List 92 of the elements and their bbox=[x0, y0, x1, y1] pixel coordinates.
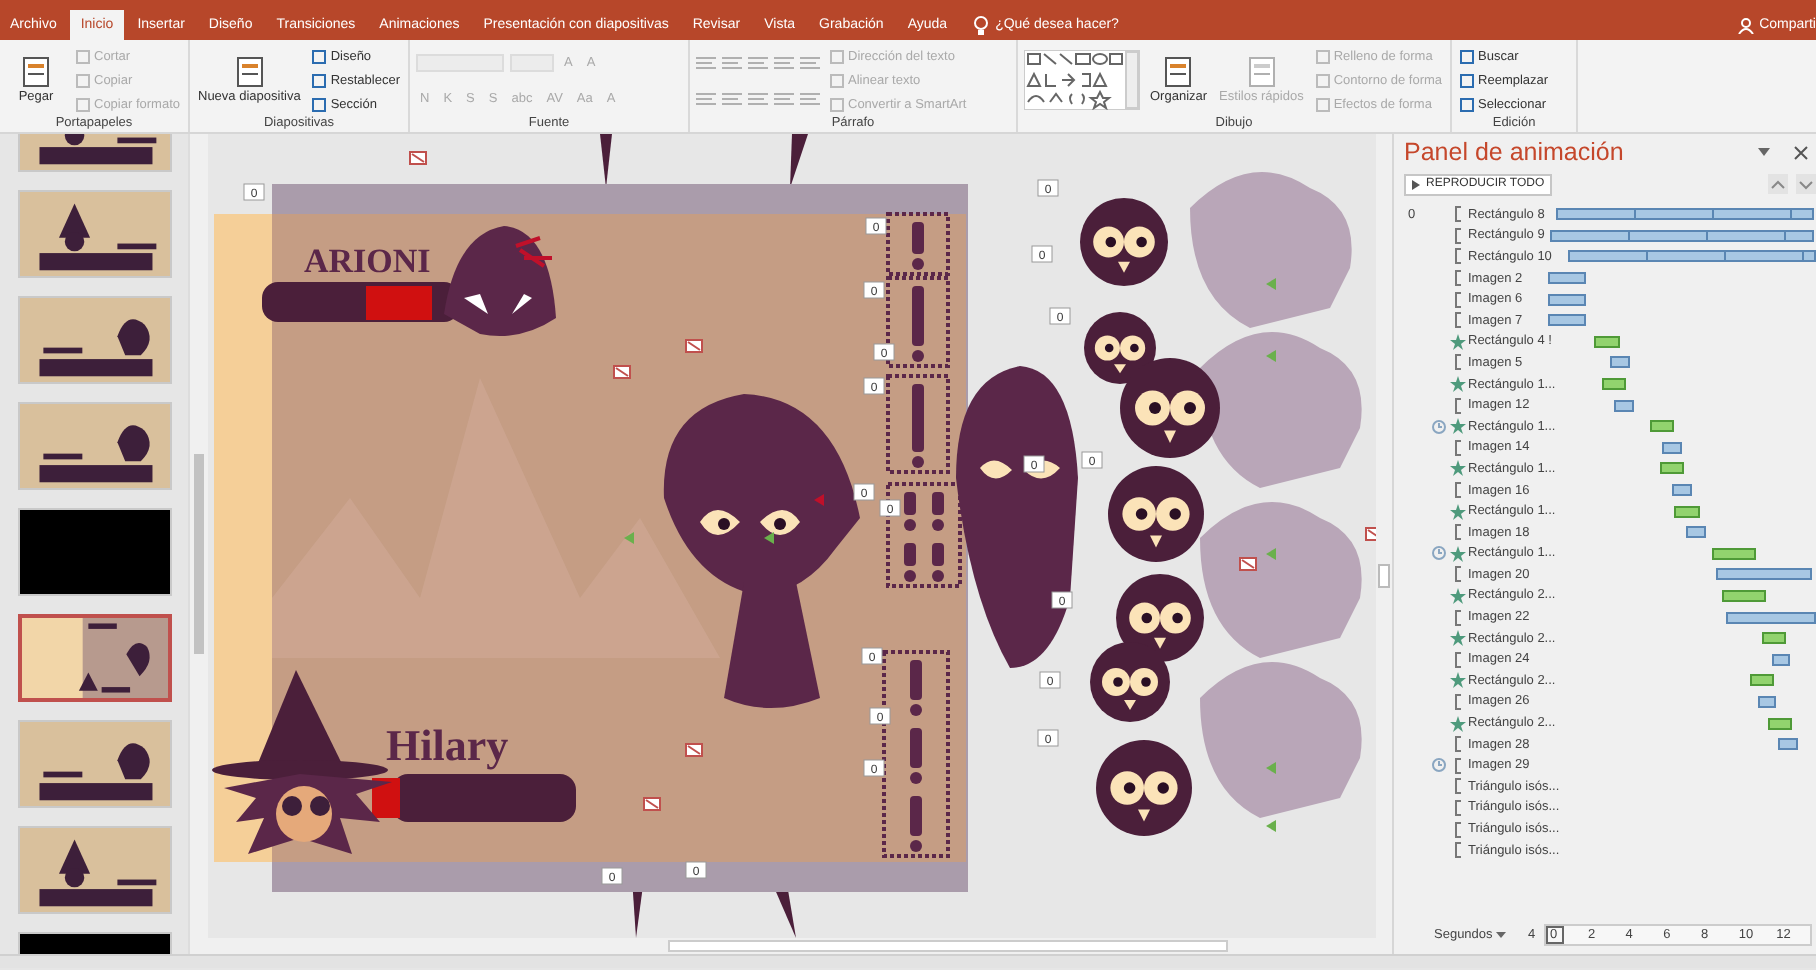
path-marker-icon bbox=[1266, 762, 1276, 774]
timing-bar[interactable] bbox=[1758, 695, 1776, 708]
person-icon bbox=[1737, 17, 1754, 33]
timing-bar[interactable] bbox=[1778, 738, 1798, 751]
square-icon bbox=[830, 97, 844, 111]
owl-drawing bbox=[1108, 466, 1204, 562]
document-icon bbox=[1247, 56, 1276, 88]
document-icon bbox=[22, 56, 50, 88]
timing-bar[interactable] bbox=[1721, 589, 1766, 602]
timing-bar[interactable] bbox=[1749, 674, 1774, 687]
square-icon bbox=[1315, 73, 1330, 87]
character-name: Hilary bbox=[386, 720, 509, 770]
document-icon bbox=[235, 56, 264, 88]
square-icon bbox=[1460, 73, 1475, 87]
slide-thumbnail[interactable] bbox=[18, 402, 173, 490]
owl-drawing bbox=[1096, 740, 1192, 836]
square-icon bbox=[830, 73, 844, 87]
close-icon bbox=[1794, 145, 1808, 159]
square-icon bbox=[1315, 49, 1330, 63]
path-marker-icon bbox=[1266, 548, 1276, 560]
owl-drawing bbox=[1120, 358, 1220, 458]
pane-title: Panel de animación bbox=[1404, 138, 1626, 166]
timing-bar[interactable] bbox=[1673, 505, 1700, 518]
shape-gallery[interactable] bbox=[1024, 50, 1140, 110]
timing-bar[interactable] bbox=[1593, 335, 1620, 348]
path-marker-icon bbox=[1266, 350, 1276, 362]
timing-bar[interactable] bbox=[1649, 420, 1674, 433]
square-icon bbox=[312, 73, 327, 87]
timing-bar[interactable] bbox=[1726, 611, 1816, 624]
slide-thumbnail[interactable] bbox=[18, 826, 173, 914]
square-icon bbox=[1315, 97, 1330, 111]
effect-marker-icon bbox=[613, 365, 631, 379]
spike-shape bbox=[790, 134, 808, 188]
effect-marker-icon bbox=[685, 339, 703, 353]
path-marker-icon bbox=[1266, 820, 1276, 832]
dropdown-caret-icon bbox=[1758, 148, 1770, 156]
square-icon bbox=[1460, 97, 1475, 111]
square-icon bbox=[76, 97, 90, 111]
timing-bar[interactable] bbox=[1659, 462, 1684, 475]
timing-bar[interactable] bbox=[1767, 717, 1792, 730]
timing-bar[interactable] bbox=[1548, 293, 1586, 306]
effect-marker-icon bbox=[1365, 527, 1376, 541]
timing-bar[interactable] bbox=[1556, 208, 1814, 221]
path-marker-icon bbox=[1266, 278, 1276, 290]
document-icon bbox=[1164, 56, 1193, 88]
timing-bar[interactable] bbox=[1601, 378, 1626, 391]
timing-bar[interactable] bbox=[1686, 526, 1706, 539]
spike-shape bbox=[600, 134, 612, 188]
square-icon bbox=[830, 49, 844, 63]
timing-bar[interactable] bbox=[1548, 272, 1586, 285]
square-icon bbox=[312, 49, 327, 63]
reorder-button[interactable] bbox=[1768, 174, 1788, 194]
effect-marker-icon bbox=[1239, 557, 1257, 571]
path-marker-icon bbox=[764, 532, 774, 544]
effect-marker-icon bbox=[685, 743, 703, 757]
slide-thumbnail[interactable] bbox=[18, 720, 173, 808]
timing-bar[interactable] bbox=[1550, 229, 1814, 242]
timing-bar[interactable] bbox=[1672, 484, 1692, 497]
square-icon bbox=[76, 49, 90, 63]
timing-bar[interactable] bbox=[1662, 441, 1682, 454]
scrollbar[interactable] bbox=[188, 134, 208, 954]
timing-bar[interactable] bbox=[1761, 632, 1786, 645]
timing-bar[interactable] bbox=[1610, 356, 1630, 369]
hooded-character-drawing bbox=[444, 226, 556, 336]
exclamation-box bbox=[886, 482, 962, 588]
exclamation-box bbox=[886, 374, 950, 474]
reorder-button[interactable] bbox=[1796, 174, 1816, 194]
square-icon bbox=[312, 97, 327, 111]
slide-thumbnail[interactable] bbox=[18, 190, 173, 278]
effect-marker-icon bbox=[643, 797, 661, 811]
timing-bar[interactable] bbox=[1614, 399, 1634, 412]
timing-bar[interactable] bbox=[1716, 568, 1812, 581]
slide-thumbnail[interactable] bbox=[18, 508, 173, 596]
slide-thumbnail[interactable] bbox=[18, 296, 173, 384]
lightbulb-icon bbox=[973, 15, 988, 35]
square-icon bbox=[1460, 49, 1475, 63]
character-name: ARIONI bbox=[304, 242, 431, 280]
owl-drawing bbox=[1080, 198, 1168, 286]
path-marker-icon bbox=[814, 494, 824, 506]
timing-bar[interactable] bbox=[1548, 314, 1586, 327]
timing-bar[interactable] bbox=[1567, 250, 1816, 263]
owl-drawing bbox=[1090, 642, 1170, 722]
play-icon bbox=[1412, 179, 1420, 189]
scrollbar[interactable] bbox=[208, 938, 1392, 954]
slide-thumbnail[interactable] bbox=[18, 614, 173, 702]
scrollbar[interactable] bbox=[1376, 134, 1392, 938]
dropdown-caret-icon bbox=[1496, 931, 1507, 937]
square-icon bbox=[76, 73, 90, 87]
timing-bar[interactable] bbox=[1772, 653, 1790, 666]
path-marker-icon bbox=[624, 532, 634, 544]
timing-bar[interactable] bbox=[1711, 547, 1756, 560]
effect-marker-icon bbox=[409, 151, 427, 165]
